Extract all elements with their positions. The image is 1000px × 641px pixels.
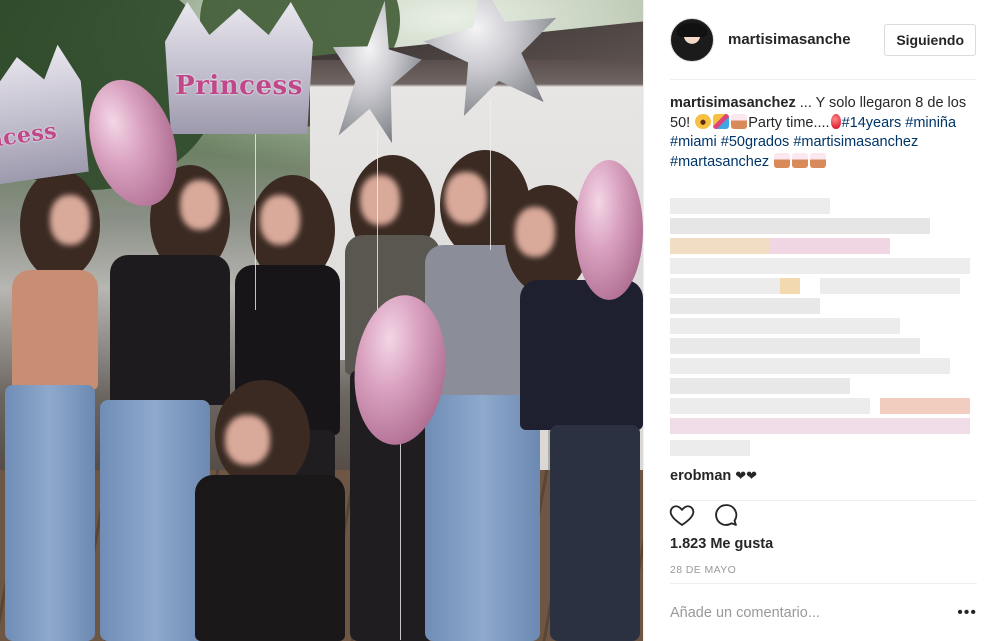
add-comment-bar: ••• [670,583,977,641]
comment-bubble-icon[interactable] [712,501,740,529]
cake-emoji-icon [774,152,791,168]
hashtag-link[interactable]: #martasanchez [670,154,769,170]
balloon-princess-text-left: Princess [0,117,59,159]
cake-emoji-icon [792,152,809,168]
heart-icon[interactable] [668,501,696,529]
post-actions [668,500,977,532]
heart-balloon-pink [575,160,643,300]
post-caption: martisimasanchez ... Y solo llegaron 8 d… [670,80,976,172]
post-header: martisimasanche Siguiendo [670,0,976,80]
post-sidebar: martisimasanche Siguiendo martisimasanch… [643,0,1000,641]
hashtag-link[interactable]: #miami [670,134,717,150]
avatar[interactable] [670,17,714,62]
caption-text-part-2: Party time.... [748,114,830,131]
hashtag-link[interactable]: #14years [842,115,902,131]
party-popper-emoji-icon [713,113,730,129]
instagram-post: Princess Princess martisimasanche Siguie… [0,0,1000,641]
likes-count[interactable]: 1.823 Me gusta [670,536,773,552]
following-button[interactable]: Siguiendo [884,23,976,56]
cake-emoji-icon [810,152,827,168]
post-date: 28 DE MAYO [670,564,737,576]
crown-balloon-princess: Princess [165,2,313,134]
post-photo[interactable]: Princess Princess [0,0,643,641]
caption-username[interactable]: martisimasanchez [670,95,796,111]
hashtag-link[interactable]: #miniña [905,115,956,131]
balloon-emoji-icon [830,113,841,129]
header-username[interactable]: martisimasanche [728,31,851,48]
cake-emoji-icon [731,113,748,129]
hashtag-link[interactable]: #martisimasanchez [793,134,918,150]
balloon-princess-text: Princess [175,71,303,101]
add-comment-input[interactable] [670,604,920,621]
comment-username[interactable]: erobman [670,468,731,484]
hashtag-link[interactable]: #50grados [721,134,790,150]
pixelated-comments [670,198,980,460]
person-7-kneeling [175,380,365,641]
scream-emoji-icon [695,113,712,129]
comment: erobman ❤❤ [670,468,757,484]
comment-text: ❤❤ [735,468,758,483]
more-options-icon[interactable]: ••• [957,604,977,622]
